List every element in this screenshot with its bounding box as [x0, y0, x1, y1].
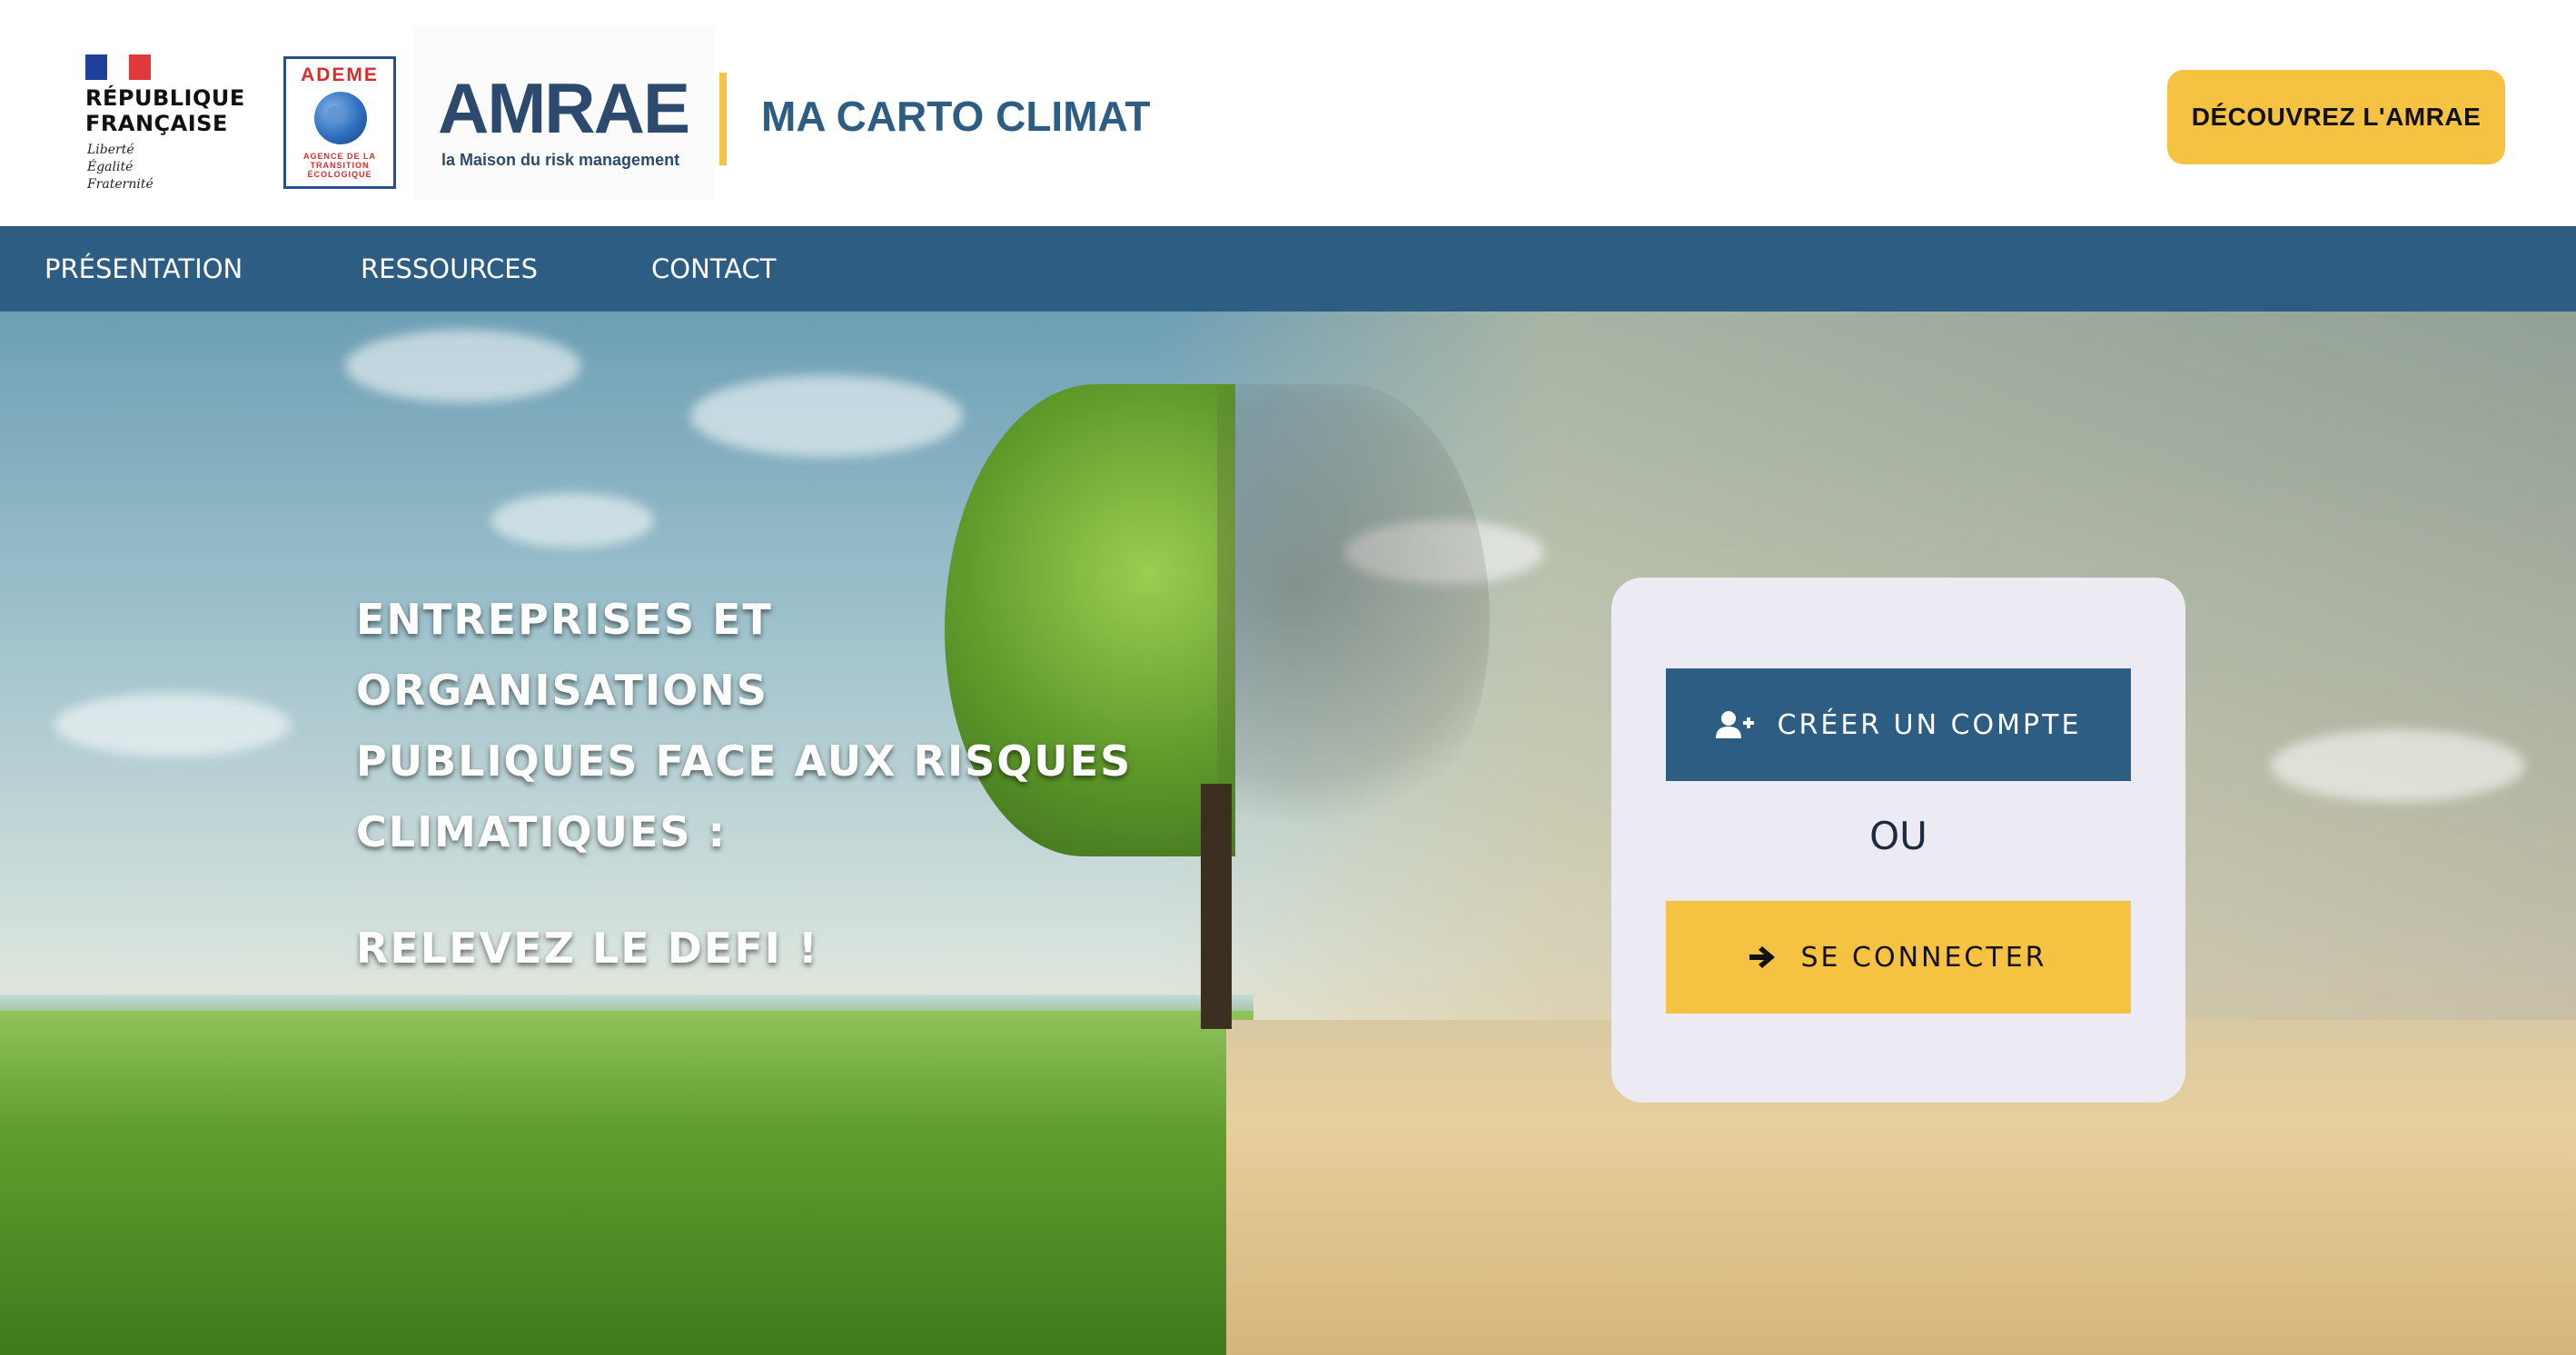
or-separator: OU: [1869, 814, 1927, 858]
login-button[interactable]: SE CONNECTER: [1666, 901, 2131, 1014]
site-header: RÉPUBLIQUE FRANÇAISE Liberté Égalité Fra…: [0, 0, 2576, 226]
amrae-tagline: la Maison du risk management: [441, 151, 680, 169]
brand-divider: [719, 73, 727, 165]
cloud: [490, 493, 654, 548]
auth-card: CRÉER UN COMPTE OU SE CONNECTER: [1611, 578, 2185, 1103]
headline-line2: PUBLIQUES FACE AUX RISQUES: [356, 737, 1133, 786]
ademe-logo[interactable]: ADEME AGENCE DE LA TRANSITION ÉCOLOGIQUE: [283, 56, 396, 189]
discover-amrae-button[interactable]: DÉCOUVREZ L'AMRAE: [2167, 70, 2505, 164]
horizon: [0, 994, 1253, 1011]
cloud: [54, 693, 291, 757]
nav-item-ressources[interactable]: RESSOURCES: [361, 226, 538, 312]
headline-line3: CLIMATIQUES :: [356, 807, 727, 856]
user-plus-icon: [1715, 710, 1754, 739]
ademe-name: ADEME: [301, 64, 379, 85]
nav-item-contact[interactable]: CONTACT: [651, 226, 777, 312]
cloud: [2271, 729, 2525, 802]
nav-item-presentation[interactable]: PRÉSENTATION: [45, 226, 243, 312]
create-account-button[interactable]: CRÉER UN COMPTE: [1666, 668, 2131, 781]
globe-icon: [314, 92, 367, 144]
republique-title-line1: RÉPUBLIQUE: [85, 85, 245, 111]
tree-trunk: [1201, 784, 1232, 1029]
ademe-sub-line3: ÉCOLOGIQUE: [307, 170, 372, 179]
green-grass: [0, 1011, 1253, 1355]
ademe-sub-line1: AGENCE DE LA: [302, 152, 376, 161]
main-nav: PRÉSENTATION RESSOURCES CONTACT: [0, 226, 2576, 312]
headline-defi: RELEVEZ LE DEFI !: [356, 924, 819, 973]
cloud: [345, 330, 581, 402]
amrae-logo[interactable]: AMRAE la Maison du risk management: [414, 27, 714, 200]
motto-liberte: Liberté: [87, 143, 134, 157]
headline-line1: ENTREPRISES ET ORGANISATIONS: [356, 595, 773, 715]
french-flag-icon: [85, 54, 151, 80]
login-label: SE CONNECTER: [1800, 941, 2047, 974]
republique-francaise-logo[interactable]: RÉPUBLIQUE FRANÇAISE Liberté Égalité Fra…: [82, 53, 254, 198]
ademe-sub-line2: TRANSITION: [310, 161, 370, 170]
motto-fraternite: Fraternité: [87, 177, 154, 192]
cloud: [690, 375, 963, 457]
motto-egalite: Égalité: [87, 160, 134, 174]
amrae-wordmark: AMRAE: [438, 68, 690, 148]
hero-headline: ENTREPRISES ET ORGANISATIONS PUBLIQUES F…: [356, 584, 1137, 984]
site-title[interactable]: MA CARTO CLIMAT: [761, 87, 1150, 145]
hero-banner: ENTREPRISES ET ORGANISATIONS PUBLIQUES F…: [0, 312, 2576, 1355]
create-account-label: CRÉER UN COMPTE: [1777, 708, 2082, 741]
arrow-right-icon: [1749, 945, 1777, 970]
republique-title-line2: FRANÇAISE: [85, 111, 228, 136]
